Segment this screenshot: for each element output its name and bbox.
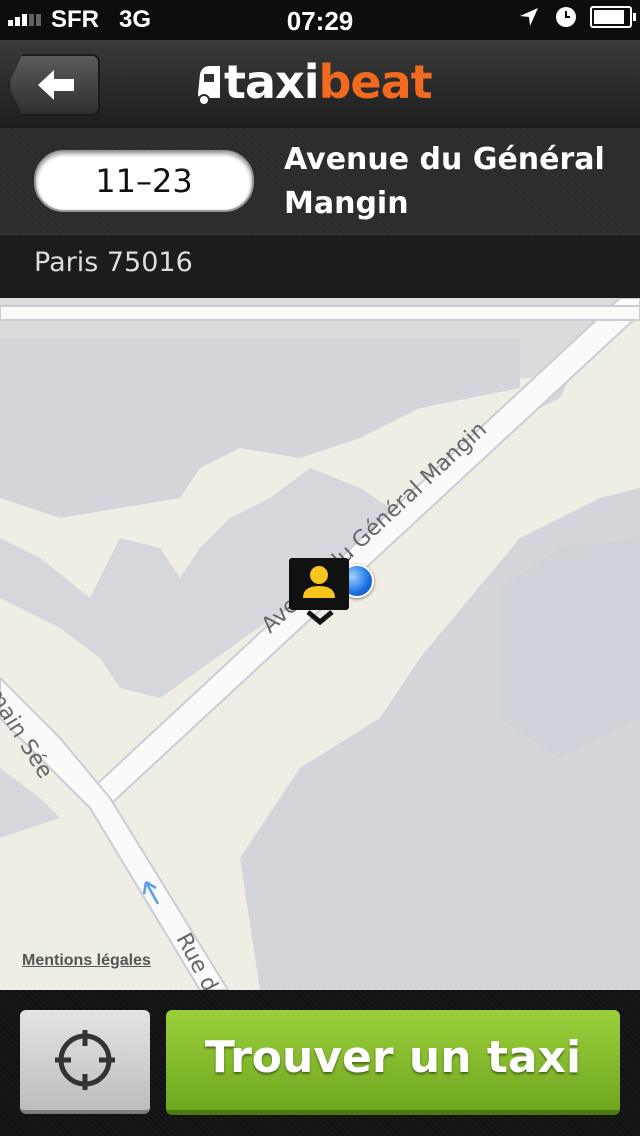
street-number-field[interactable]: 11–23 — [34, 150, 254, 212]
taxi-car-icon — [198, 66, 220, 106]
nav-bar: taxi beat — [0, 40, 640, 129]
street-name: Avenue du Général Mangin — [284, 142, 605, 221]
taxibeat-logo: taxi beat — [196, 52, 433, 112]
find-taxi-button[interactable]: Trouver un taxi — [166, 1010, 620, 1115]
crosshair-icon — [55, 1030, 115, 1090]
back-arrow-icon — [38, 70, 74, 100]
status-right — [518, 5, 636, 29]
status-bar: SFR 3G 07:29 — [0, 0, 640, 40]
logo-taxi-text: taxi — [224, 55, 319, 109]
city-label: Paris 75016 — [34, 247, 193, 278]
city-bar: Paris 75016 — [0, 234, 640, 299]
location-arrow-icon — [520, 8, 538, 26]
map-view[interactable]: Avenue du Général Mangin Rue Germain Sée… — [0, 298, 640, 990]
back-button[interactable] — [8, 54, 100, 116]
locate-me-button[interactable] — [20, 1010, 150, 1114]
person-icon — [303, 566, 335, 598]
battery-icon — [590, 6, 636, 28]
address-panel: 11–23 Avenue du Général Mangin — [0, 128, 640, 234]
map-canvas: Avenue du Général Mangin Rue Germain Sée… — [0, 298, 640, 990]
chevron-down-icon — [306, 610, 334, 626]
pickup-marker[interactable] — [289, 558, 349, 610]
logo-beat-text: beat — [318, 55, 432, 109]
alarm-clock-icon — [556, 7, 576, 27]
legal-link[interactable]: Mentions légales — [22, 952, 151, 970]
bottom-bar: Trouver un taxi — [0, 990, 640, 1136]
